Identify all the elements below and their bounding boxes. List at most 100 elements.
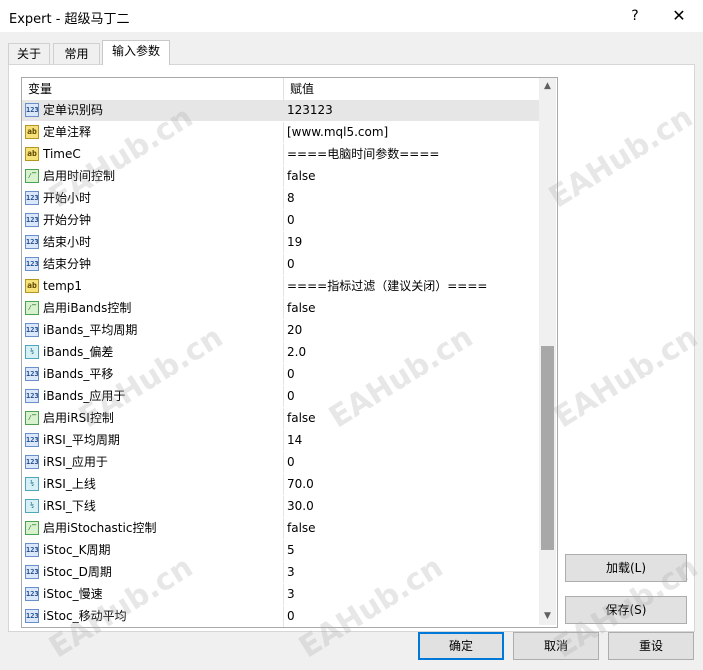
param-name-cell[interactable]: ⁄‾ 启用iRSI控制: [22, 408, 284, 429]
param-name-cell[interactable]: 123 iStoc_D周期: [22, 562, 284, 583]
param-value[interactable]: 70.0: [284, 474, 539, 495]
param-value[interactable]: 5: [284, 540, 539, 561]
table-row[interactable]: ab 定单注释 [www.mql5.com]: [22, 122, 539, 144]
tab-common[interactable]: 常用: [53, 43, 100, 64]
table-row[interactable]: 123 iRSI_平均周期 14: [22, 430, 539, 452]
param-name-cell[interactable]: 123 结束分钟: [22, 254, 284, 275]
table-row[interactable]: 123 iBands_平移 0: [22, 364, 539, 386]
string-type-icon: ab: [25, 147, 39, 161]
param-value[interactable]: 3: [284, 584, 539, 605]
param-name-cell[interactable]: ½ iRSI_上线: [22, 474, 284, 495]
table-row[interactable]: 123 iBands_应用于 0: [22, 386, 539, 408]
vertical-scrollbar[interactable]: ▲ ▼: [539, 78, 556, 625]
param-value[interactable]: 30.0: [284, 496, 539, 517]
tab-about[interactable]: 关于: [8, 43, 50, 64]
param-name-cell[interactable]: 123 iBands_平移: [22, 364, 284, 385]
table-row[interactable]: 123 iStoc_D周期 3: [22, 562, 539, 584]
param-value[interactable]: ====电脑时间参数====: [284, 144, 539, 165]
param-name: 开始分钟: [43, 213, 92, 227]
param-name: iBands_平移: [43, 367, 114, 381]
save-button[interactable]: 保存(S): [565, 596, 687, 624]
table-row[interactable]: 123 定单识别码 123123: [22, 100, 539, 122]
param-name-cell[interactable]: 123 iStoc_慢速: [22, 584, 284, 605]
table-row[interactable]: ½ iRSI_上线 70.0: [22, 474, 539, 496]
param-value[interactable]: 19: [284, 232, 539, 253]
table-row[interactable]: 123 结束分钟 0: [22, 254, 539, 276]
close-button[interactable]: ✕: [668, 5, 690, 27]
table-row[interactable]: ⁄‾ 启用iStochastic控制 false: [22, 518, 539, 540]
param-name-cell[interactable]: 123 开始小时: [22, 188, 284, 209]
scroll-up-icon[interactable]: ▲: [539, 78, 556, 95]
table-row[interactable]: 123 iStoc_慢速 3: [22, 584, 539, 606]
param-value[interactable]: 123123: [284, 100, 539, 121]
param-name-cell[interactable]: 123 iStoc_移动平均: [22, 606, 284, 627]
double-type-icon: ½: [25, 345, 39, 359]
cancel-button[interactable]: 取消: [513, 632, 599, 660]
table-row[interactable]: ½ iRSI_下线 30.0: [22, 496, 539, 518]
param-value[interactable]: false: [284, 518, 539, 539]
param-name: iBands_平均周期: [43, 323, 138, 337]
param-name-cell[interactable]: ⁄‾ 启用iBands控制: [22, 298, 284, 319]
parameters-grid[interactable]: 变量 赋值 123 定单识别码 123123 ab 定单注释 [www.mql5.com]…: [21, 77, 558, 628]
param-name: iBands_应用于: [43, 389, 126, 403]
table-row[interactable]: 123 iStoc_K周期 5: [22, 540, 539, 562]
param-name-cell[interactable]: ⁄‾ 启用时间控制: [22, 166, 284, 187]
param-name-cell[interactable]: 123 iRSI_平均周期: [22, 430, 284, 451]
param-name-cell[interactable]: 123 iRSI_应用于: [22, 452, 284, 473]
param-name-cell[interactable]: 123 结束小时: [22, 232, 284, 253]
reset-button[interactable]: 重设: [608, 632, 694, 660]
param-value[interactable]: 0: [284, 210, 539, 231]
table-row[interactable]: ab temp1 ====指标过滤（建议关闭）====: [22, 276, 539, 298]
integer-type-icon: 123: [25, 433, 39, 447]
param-value[interactable]: 20: [284, 320, 539, 341]
scroll-down-icon[interactable]: ▼: [539, 608, 556, 625]
param-name-cell[interactable]: ½ iBands_偏差: [22, 342, 284, 363]
param-name-cell[interactable]: ab 定单注释: [22, 122, 284, 143]
header-value[interactable]: 赋值: [284, 78, 539, 100]
table-row[interactable]: 123 iBands_平均周期 20: [22, 320, 539, 342]
table-row[interactable]: 123 开始分钟 0: [22, 210, 539, 232]
tab-inputs[interactable]: 输入参数: [102, 40, 170, 65]
param-value[interactable]: 3: [284, 562, 539, 583]
param-name-cell[interactable]: ab TimeC: [22, 144, 284, 165]
table-row[interactable]: ½ iBands_偏差 2.0: [22, 342, 539, 364]
table-row[interactable]: ⁄‾ 启用iRSI控制 false: [22, 408, 539, 430]
param-value[interactable]: 2.0: [284, 342, 539, 363]
scroll-thumb[interactable]: [541, 346, 554, 550]
param-value[interactable]: 8: [284, 188, 539, 209]
param-value[interactable]: 0: [284, 364, 539, 385]
help-button[interactable]: ?: [624, 5, 646, 27]
param-value[interactable]: 14: [284, 430, 539, 451]
table-row[interactable]: ab TimeC ====电脑时间参数====: [22, 144, 539, 166]
param-name-cell[interactable]: 123 开始分钟: [22, 210, 284, 231]
param-name-cell[interactable]: 123 iBands_应用于: [22, 386, 284, 407]
param-value[interactable]: 0: [284, 606, 539, 627]
param-name-cell[interactable]: ab temp1: [22, 276, 284, 297]
table-row[interactable]: ⁄‾ 启用iBands控制 false: [22, 298, 539, 320]
ok-button[interactable]: 确定: [418, 632, 504, 660]
param-value[interactable]: 0: [284, 386, 539, 407]
window-title: Expert - 超级马丁二: [9, 12, 130, 27]
param-name-cell[interactable]: ⁄‾ 启用iStochastic控制: [22, 518, 284, 539]
param-value[interactable]: false: [284, 166, 539, 187]
table-row[interactable]: 123 开始小时 8: [22, 188, 539, 210]
param-value[interactable]: [www.mql5.com]: [284, 122, 539, 143]
param-name-cell[interactable]: 123 iBands_平均周期: [22, 320, 284, 341]
param-value[interactable]: 0: [284, 254, 539, 275]
table-row[interactable]: 123 iRSI_应用于 0: [22, 452, 539, 474]
param-value[interactable]: 0: [284, 452, 539, 473]
param-value[interactable]: false: [284, 298, 539, 319]
table-row[interactable]: 123 iStoc_移动平均 0: [22, 606, 539, 627]
table-row[interactable]: ⁄‾ 启用时间控制 false: [22, 166, 539, 188]
param-name-cell[interactable]: 123 iStoc_K周期: [22, 540, 284, 561]
param-value[interactable]: false: [284, 408, 539, 429]
header-variable[interactable]: 变量: [22, 78, 284, 100]
param-value[interactable]: ====指标过滤（建议关闭）====: [284, 276, 539, 297]
boolean-type-icon: ⁄‾: [25, 301, 39, 315]
integer-type-icon: 123: [25, 323, 39, 337]
param-name-cell[interactable]: ½ iRSI_下线: [22, 496, 284, 517]
load-button[interactable]: 加载(L): [565, 554, 687, 582]
param-name: iBands_偏差: [43, 345, 114, 359]
table-row[interactable]: 123 结束小时 19: [22, 232, 539, 254]
param-name-cell[interactable]: 123 定单识别码: [22, 100, 284, 121]
